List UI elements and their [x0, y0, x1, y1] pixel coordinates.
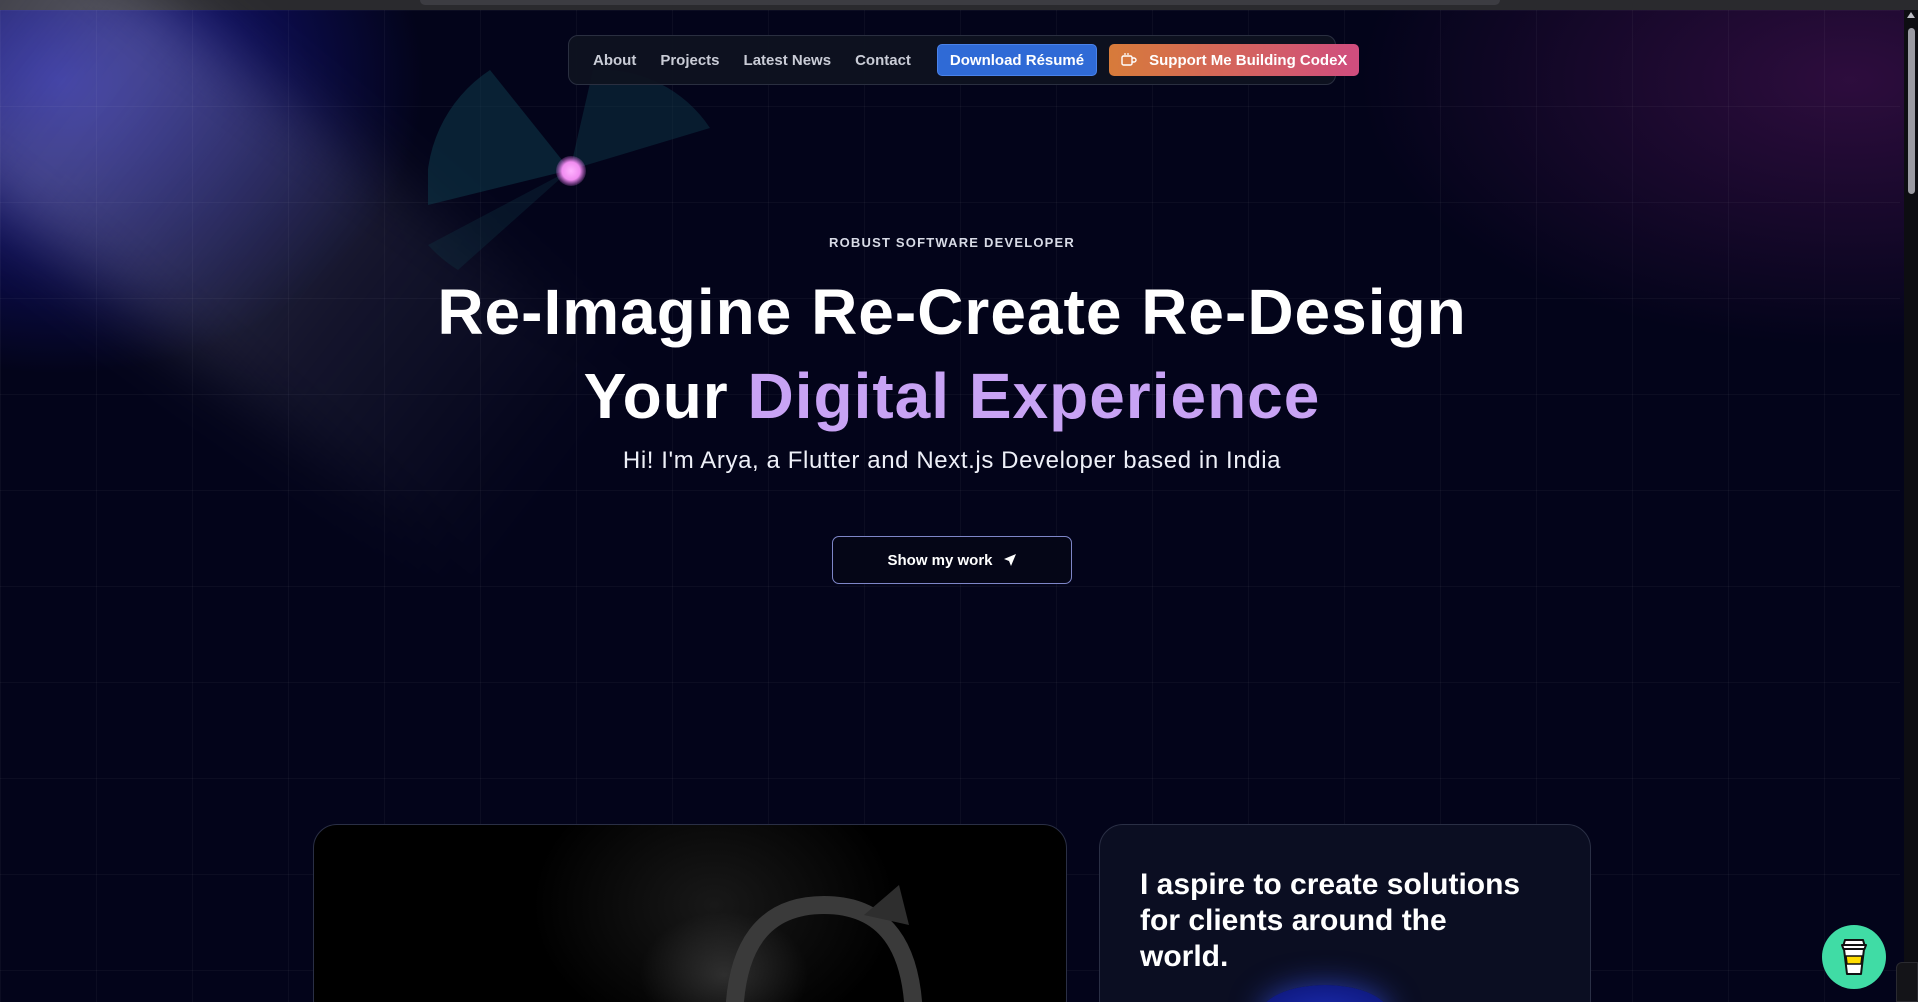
send-arrow-icon — [1003, 554, 1016, 566]
download-resume-button[interactable]: Download Résumé — [936, 44, 1098, 76]
hero-subheading: Hi! I'm Arya, a Flutter and Next.js Deve… — [622, 447, 1282, 474]
scrollbar-thumb[interactable] — [1908, 28, 1915, 194]
nav-link-contact[interactable]: Contact — [855, 52, 911, 69]
aspiration-card-title: I aspire to create solutions for clients… — [1140, 868, 1521, 973]
nav-link-projects[interactable]: Projects — [660, 52, 719, 69]
buy-me-a-coffee-icon — [1841, 939, 1867, 975]
hero-headline-accent: Digital Experience — [747, 360, 1321, 432]
show-my-work-label: Show my work — [887, 551, 993, 569]
nav-link-latest-news[interactable]: Latest News — [744, 52, 832, 69]
page-scrollbar[interactable] — [1904, 10, 1918, 1002]
scroll-up-arrow-icon[interactable] — [1907, 12, 1915, 18]
profile-photo-card — [313, 824, 1067, 1002]
support-codex-label: Support Me Building CodeX — [1149, 51, 1348, 69]
hero-headline-line-1: Re-Imagine Re-Create Re-Design — [437, 276, 1467, 348]
radar-decoration — [428, 70, 710, 270]
nav-link-about[interactable]: About — [593, 52, 636, 69]
support-codex-button[interactable]: Support Me Building CodeX — [1109, 44, 1360, 76]
corner-widget — [1896, 962, 1918, 1002]
hero-eyebrow: ROBUST SOFTWARE DEVELOPER — [829, 235, 1075, 250]
page: About Projects Latest News Contact Downl… — [0, 0, 1918, 1002]
hero-headline: Re-Imagine Re-Create Re-Design Your Digi… — [0, 270, 1904, 438]
download-resume-label: Download Résumé — [949, 51, 1085, 69]
headphones-silhouette — [726, 885, 922, 1002]
hero-headline-line-2: Your Digital Experience — [0, 354, 1904, 438]
aspiration-card: I aspire to create solutions for clients… — [1099, 824, 1591, 1002]
browser-top-strip-inner — [420, 0, 1500, 5]
radar-sweep-2 — [570, 70, 710, 170]
globe-decoration — [1260, 985, 1390, 1002]
browser-top-strip — [0, 0, 1918, 10]
show-my-work-button[interactable]: Show my work — [832, 536, 1072, 584]
buy-me-a-coffee-button[interactable] — [1822, 925, 1886, 989]
radar-dot — [556, 156, 586, 186]
hero-headline-prefix: Your — [583, 360, 748, 432]
coffee-cup-icon — [1121, 53, 1137, 66]
top-navigation: About Projects Latest News Contact Downl… — [568, 35, 1360, 85]
